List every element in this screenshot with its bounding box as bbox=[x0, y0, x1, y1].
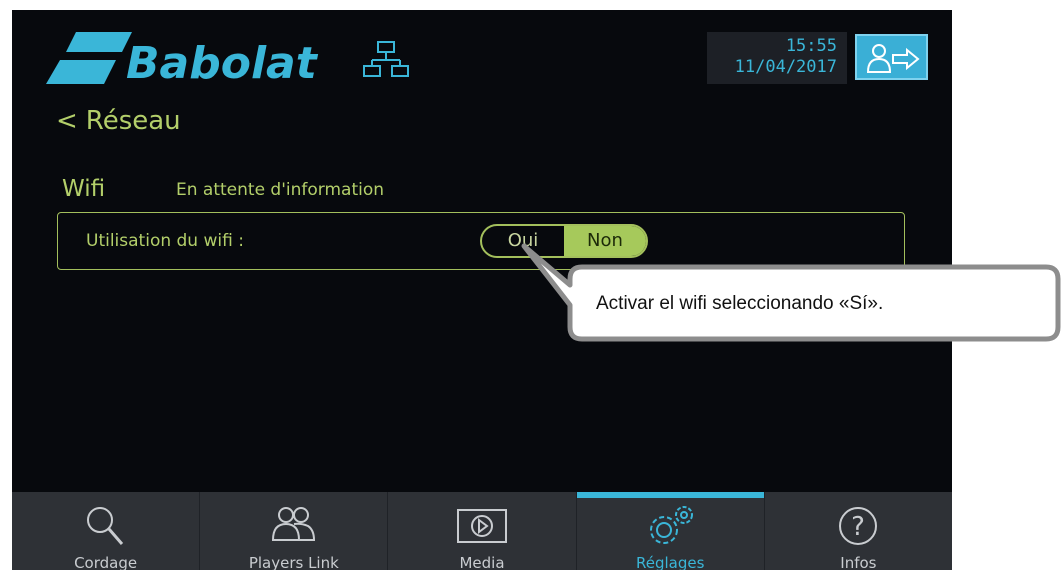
back-button[interactable]: < Réseau bbox=[56, 106, 181, 136]
nav-item-media[interactable]: Media bbox=[388, 492, 577, 570]
datetime-display: 15:55 11/04/2017 bbox=[707, 32, 847, 84]
bottom-nav-bar: Cordage Players Link Media Réglages ? In… bbox=[12, 492, 952, 570]
svg-text:?: ? bbox=[852, 512, 866, 542]
play-icon bbox=[457, 509, 507, 543]
network-icon bbox=[362, 36, 410, 84]
brand-wordmark: Babolat bbox=[126, 38, 319, 86]
user-logout-icon bbox=[866, 44, 920, 73]
toggle-option-non[interactable]: Non bbox=[564, 226, 646, 256]
toggle-option-oui[interactable]: Oui bbox=[482, 226, 564, 256]
chevron-left-icon: < bbox=[56, 106, 78, 136]
wifi-status-text: En attente d'information bbox=[176, 180, 385, 200]
logout-button[interactable] bbox=[855, 34, 928, 80]
date-text: 11/04/2017 bbox=[734, 57, 837, 77]
gears-icon bbox=[650, 506, 694, 544]
nav-item-reglages[interactable]: Réglages bbox=[576, 492, 765, 570]
wifi-settings-panel: Utilisation du wifi : Oui Non bbox=[57, 212, 905, 270]
back-label: Réseau bbox=[85, 106, 181, 136]
time-text: 15:55 bbox=[785, 36, 837, 56]
babolat-logo-mark: Babolat bbox=[46, 32, 319, 89]
nav-label-reglages: Réglages bbox=[635, 554, 705, 570]
nav-item-infos[interactable]: ? Infos bbox=[765, 492, 952, 570]
nav-label-media: Media bbox=[459, 554, 505, 570]
wifi-section-title: Wifi bbox=[62, 176, 106, 202]
wifi-toggle[interactable]: Oui Non bbox=[480, 224, 648, 258]
nav-label-players-link: Players Link bbox=[248, 554, 339, 570]
players-icon bbox=[271, 507, 315, 541]
device-screen: Babolat 15:55 11/04/2017 < Réseau Wifi En… bbox=[12, 10, 952, 570]
help-icon: ? bbox=[839, 507, 878, 545]
nav-label-infos: Infos bbox=[840, 554, 877, 570]
babolat-logo: Babolat bbox=[34, 30, 374, 89]
callout-text: Activar el wifi seleccionando «Sí». bbox=[596, 293, 884, 314]
racket-icon bbox=[86, 507, 123, 545]
nav-item-cordage[interactable]: Cordage bbox=[12, 492, 201, 570]
nav-item-players-link[interactable]: Players Link bbox=[200, 492, 389, 570]
wifi-usage-label: Utilisation du wifi : bbox=[86, 231, 244, 251]
nav-label-cordage: Cordage bbox=[74, 554, 138, 570]
